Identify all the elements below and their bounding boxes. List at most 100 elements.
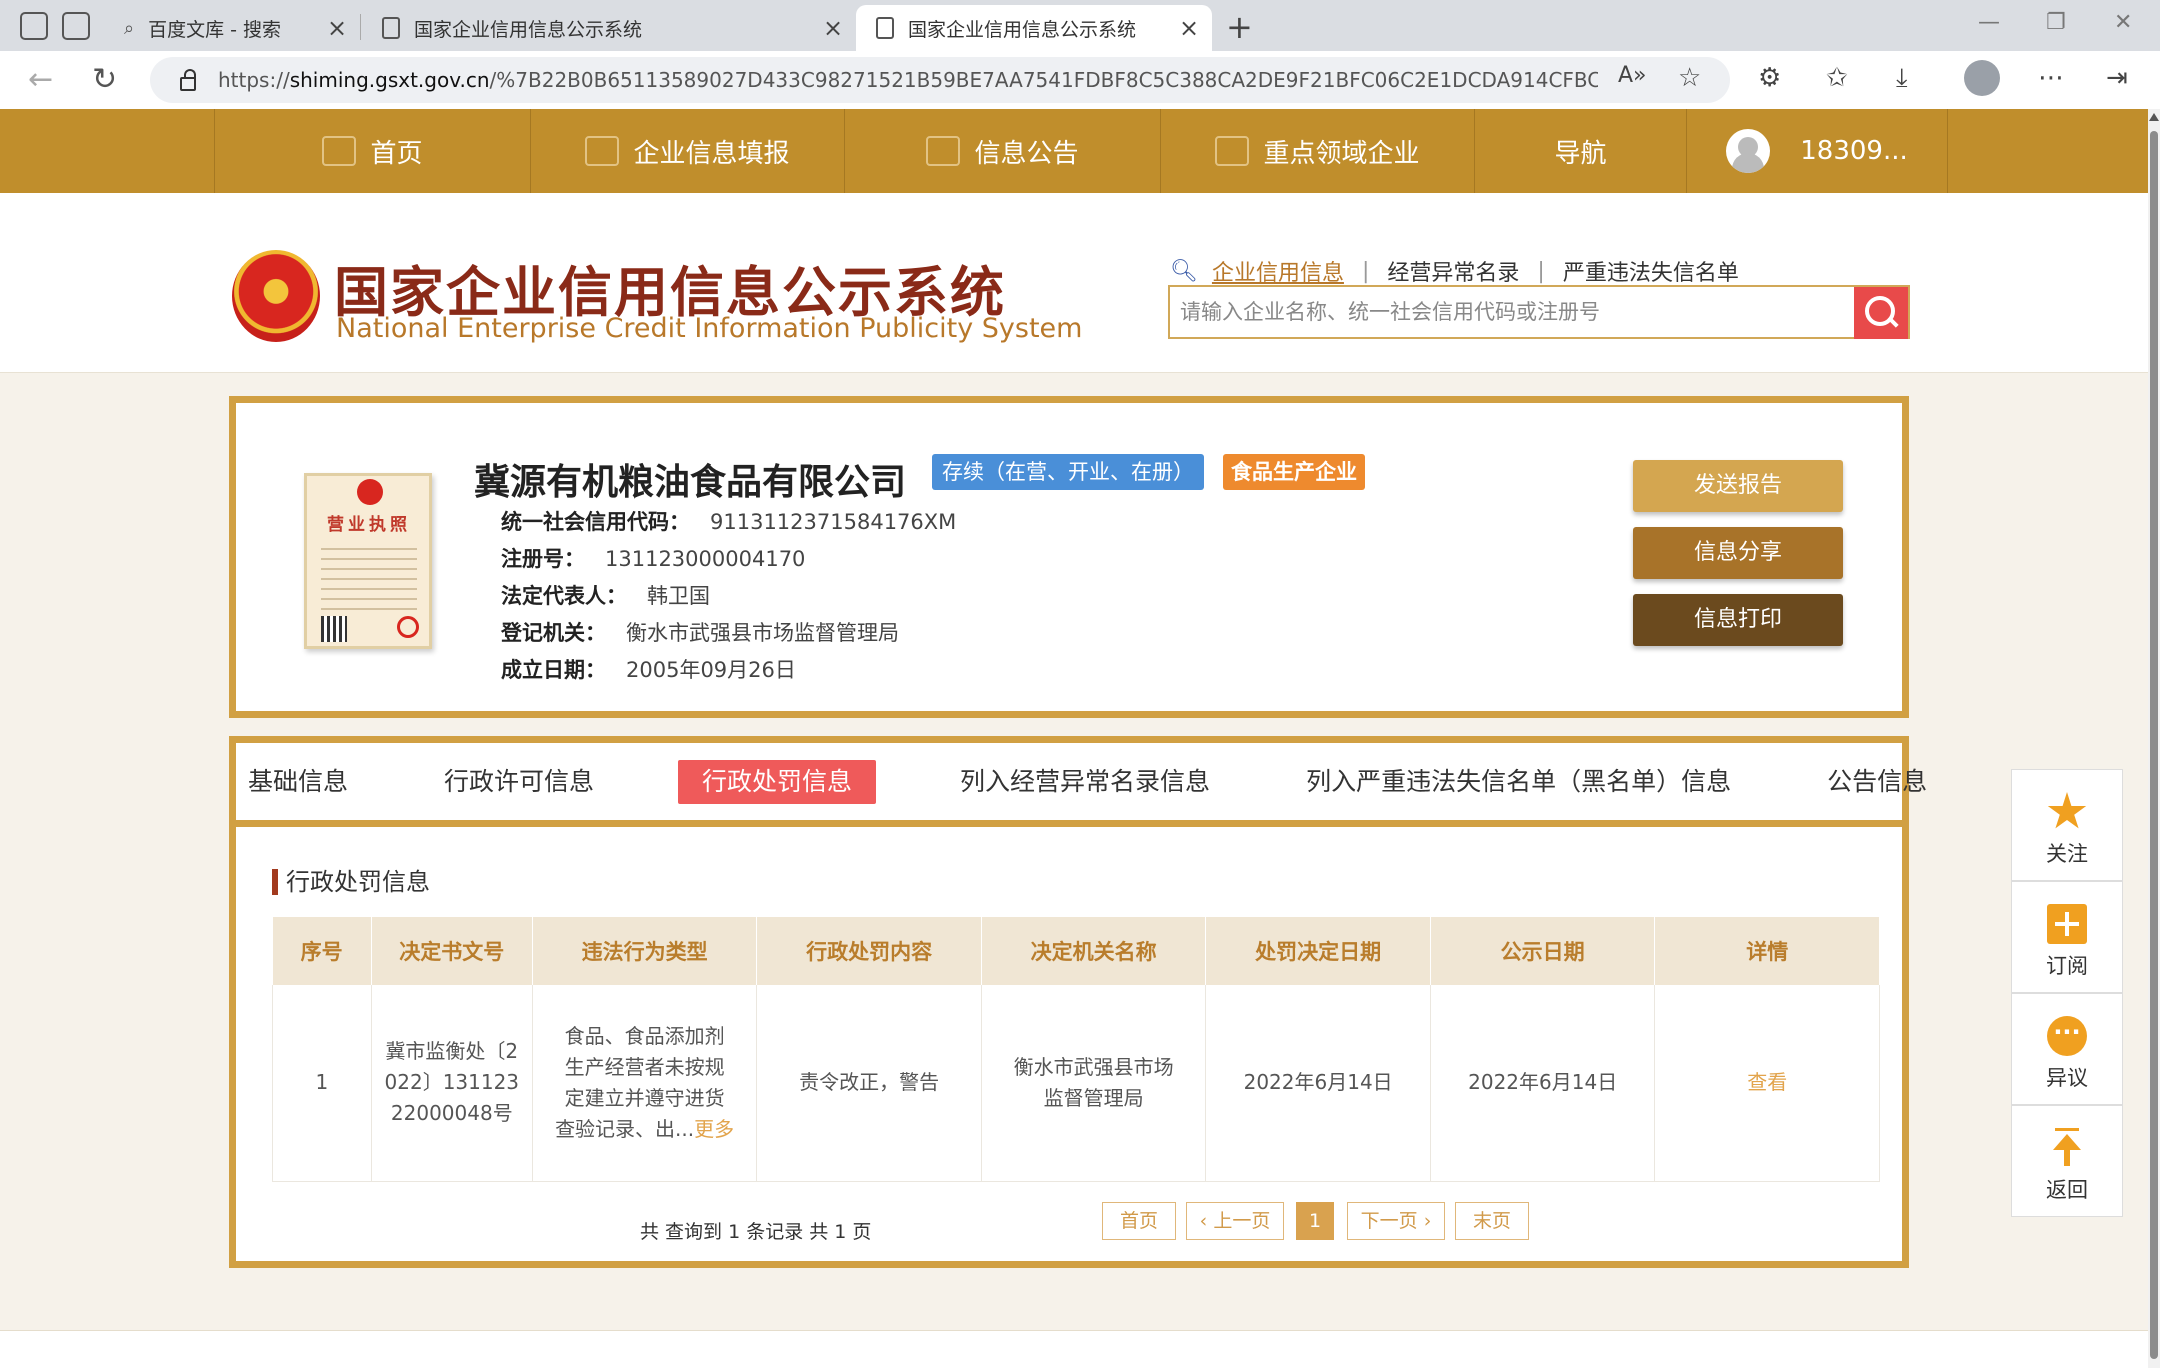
favorite-star-icon[interactable]: ☆ bbox=[1678, 63, 1701, 93]
nav-user[interactable]: 18309... bbox=[1686, 109, 1948, 193]
read-aloud-icon[interactable]: A» bbox=[1618, 63, 1647, 88]
nav-navigation[interactable]: 导航 bbox=[1474, 109, 1686, 193]
nav-label: 信息公告 bbox=[974, 138, 1079, 169]
float-action-bar: 关注 订阅 异议 返回 bbox=[2011, 769, 2123, 1217]
speaker-icon bbox=[1215, 136, 1250, 166]
page-icon bbox=[876, 17, 894, 39]
status-badge: 存续（在营、开业、在册） bbox=[932, 454, 1204, 490]
more-options-icon[interactable]: ⋯ bbox=[2038, 63, 2064, 93]
window-close-icon[interactable]: ✕ bbox=[2114, 10, 2132, 35]
search-input[interactable] bbox=[1170, 287, 1854, 337]
nav-label: 企业信息填报 bbox=[633, 138, 790, 169]
tab-announcement[interactable]: 公告信息 bbox=[1815, 760, 1939, 804]
tab-penalty-info[interactable]: 行政处罚信息 bbox=[678, 759, 877, 804]
search-link-abnormal[interactable]: 经营异常名录 bbox=[1387, 255, 1519, 287]
subscribe-button[interactable]: 订阅 bbox=[2011, 881, 2123, 993]
search-icon: 🔍︎ bbox=[1170, 258, 1198, 284]
column-header: 处罚决定日期 bbox=[1205, 917, 1431, 985]
license-emblem-icon bbox=[357, 479, 383, 505]
tab-actions-icon[interactable] bbox=[62, 12, 90, 40]
chat-icon bbox=[2047, 1016, 2087, 1056]
search-box bbox=[1168, 285, 1910, 339]
reload-icon[interactable]: ↻ bbox=[92, 63, 117, 97]
tab-basic-info[interactable]: 基础信息 bbox=[236, 760, 360, 804]
nav-enterprise-report[interactable]: 企业信息填报 bbox=[530, 109, 844, 193]
national-emblem-icon bbox=[232, 250, 320, 342]
column-header: 公示日期 bbox=[1430, 917, 1656, 985]
back-to-top-button[interactable]: 返回 bbox=[2011, 1105, 2123, 1217]
close-icon[interactable]: × bbox=[818, 14, 848, 42]
address-toolbar: ← ↻ https://shiming.gsxt.gov.cn/%7B22B0B… bbox=[0, 51, 2160, 109]
site-subtitle: National Enterprise Credit Information P… bbox=[336, 313, 1083, 344]
close-icon[interactable]: × bbox=[1174, 14, 1204, 42]
info-reg-authority: 登记机关： 衡水市武强县市场监督管理局 bbox=[501, 621, 899, 645]
minimize-icon[interactable]: — bbox=[1978, 10, 2000, 35]
cell-violation: 食品、食品添加剂生产经营者未按规定建立并遵守进货查验记录、出...更多 bbox=[532, 985, 758, 1182]
address-bar[interactable]: https://shiming.gsxt.gov.cn/%7B22B0B6511… bbox=[150, 57, 1730, 103]
last-page-button[interactable]: 末页 bbox=[1455, 1202, 1529, 1240]
footer bbox=[0, 1330, 2148, 1368]
tab-title: 国家企业信用信息公示系统 bbox=[414, 18, 643, 41]
penalty-table: 序号 决定书文号 违法行为类型 行政处罚内容 决定机关名称 处罚决定日期 公示日… bbox=[272, 917, 1880, 1182]
browser-tab-3[interactable]: 国家企业信用信息公示系统 × bbox=[856, 5, 1212, 51]
follow-button[interactable]: 关注 bbox=[2011, 769, 2123, 881]
next-page-button[interactable]: 下一页 › bbox=[1347, 1202, 1445, 1240]
column-header: 行政处罚内容 bbox=[756, 917, 982, 985]
browser-tab-2[interactable]: 国家企业信用信息公示系统 × bbox=[362, 5, 856, 51]
download-icon[interactable]: ⤓ bbox=[1896, 63, 1908, 94]
scroll-thumb[interactable] bbox=[2150, 131, 2158, 1359]
license-text-lines bbox=[321, 540, 417, 610]
sidebar-icon[interactable]: ⇥ bbox=[2106, 63, 2128, 93]
search-link-blacklist[interactable]: 严重违法失信名单 bbox=[1563, 255, 1739, 287]
view-detail-link[interactable]: 查看 bbox=[1747, 1070, 1787, 1094]
monitor-icon bbox=[322, 136, 357, 166]
search-icon: ⌕ bbox=[124, 17, 135, 39]
objection-button[interactable]: 异议 bbox=[2011, 993, 2123, 1105]
tab-abnormal-list[interactable]: 列入经营异常名录信息 bbox=[948, 760, 1222, 804]
print-info-button[interactable]: 信息打印 bbox=[1633, 594, 1843, 646]
user-avatar bbox=[1726, 129, 1771, 173]
cell-content: 责令改正，警告 bbox=[756, 985, 982, 1182]
detail-panel: 基础信息 行政许可信息 行政处罚信息 列入经营异常名录信息 列入严重违法失信名单… bbox=[229, 736, 1927, 1268]
profile-avatar[interactable] bbox=[1964, 60, 2000, 96]
plus-icon bbox=[2047, 904, 2087, 944]
search-type-links: 🔍︎ 企业信用信息 | 经营异常名录 | 严重违法失信名单 bbox=[1170, 255, 1739, 287]
back-icon[interactable]: ← bbox=[28, 63, 53, 97]
page-scrollbar[interactable] bbox=[2148, 109, 2160, 1368]
send-report-button[interactable]: 发送报告 bbox=[1633, 460, 1843, 512]
nav-key-industries[interactable]: 重点领域企业 bbox=[1160, 109, 1474, 193]
browser-tab-bar: ⌕ 百度文库 - 搜索 × 国家企业信用信息公示系统 × 国家企业信用信息公示系… bbox=[0, 0, 2160, 51]
tab-title: 百度文库 - 搜索 bbox=[148, 18, 282, 41]
table-row: 1 冀市监衡处〔2022〕13112322000048号 食品、食品添加剂生产经… bbox=[272, 985, 1880, 1182]
document-icon bbox=[926, 136, 961, 166]
new-tab-button[interactable]: + bbox=[1226, 8, 1253, 46]
tab-permit-info[interactable]: 行政许可信息 bbox=[432, 760, 606, 804]
business-license-image[interactable]: 营业执照 bbox=[304, 473, 432, 649]
seal-icon bbox=[397, 616, 419, 638]
search-link-credit[interactable]: 企业信用信息 bbox=[1212, 255, 1344, 287]
share-info-button[interactable]: 信息分享 bbox=[1633, 527, 1843, 579]
scroll-up-icon[interactable] bbox=[2149, 113, 2159, 121]
nav-label: 重点领域企业 bbox=[1263, 138, 1420, 169]
lock-icon[interactable] bbox=[180, 69, 196, 91]
restore-icon[interactable]: ❐ bbox=[2046, 10, 2066, 35]
prev-page-button[interactable]: ‹ 上一页 bbox=[1186, 1202, 1284, 1240]
column-header: 序号 bbox=[272, 917, 372, 985]
close-icon[interactable]: × bbox=[322, 14, 352, 42]
page-number-button[interactable]: 1 bbox=[1296, 1202, 1334, 1240]
search-button[interactable] bbox=[1854, 287, 1908, 339]
tab-blacklist[interactable]: 列入严重违法失信名单（黑名单）信息 bbox=[1294, 760, 1743, 804]
arrow-up-icon bbox=[2047, 1128, 2087, 1168]
extensions-icon[interactable]: ⚙ bbox=[1758, 63, 1781, 93]
first-page-button[interactable]: 首页 bbox=[1102, 1202, 1176, 1240]
url-text[interactable]: https://shiming.gsxt.gov.cn/%7B22B0B6511… bbox=[218, 68, 1598, 92]
nav-announcement[interactable]: 信息公告 bbox=[844, 109, 1160, 193]
workspaces-icon[interactable] bbox=[20, 12, 48, 40]
more-link[interactable]: 更多 bbox=[694, 1117, 734, 1141]
company-name: 冀源有机粮油食品有限公司 bbox=[474, 462, 907, 503]
nav-label: 首页 bbox=[370, 138, 423, 169]
favorites-icon[interactable]: ✩ bbox=[1826, 63, 1848, 93]
nav-home[interactable]: 首页 bbox=[214, 109, 530, 193]
browser-tab-1[interactable]: ⌕ 百度文库 - 搜索 × bbox=[104, 5, 360, 51]
info-credit-code: 统一社会信用代码： 9113112371584176XM bbox=[501, 510, 957, 534]
